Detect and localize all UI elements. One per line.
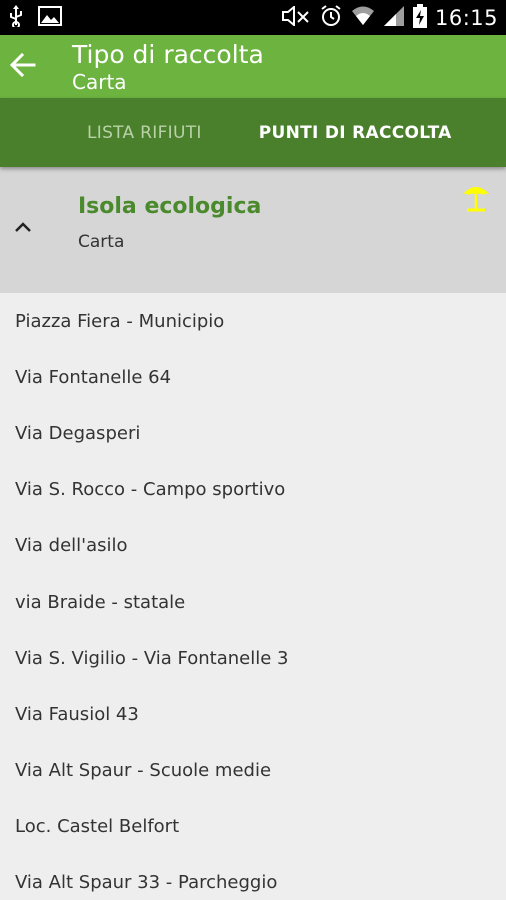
back-button[interactable] — [0, 35, 46, 98]
list-item[interactable]: Piazza Fiera - Municipio — [0, 293, 506, 349]
app-bar: Tipo di raccolta Carta — [0, 35, 506, 98]
tab-bar: LISTA RIFIUTI PUNTI DI RACCOLTA — [0, 98, 506, 167]
battery-icon — [412, 3, 427, 32]
list-item[interactable]: Via Fausiol 43 — [0, 686, 506, 742]
tab-punti-di-raccolta[interactable]: PUNTI DI RACCOLTA — [259, 98, 452, 167]
clock: 16:15 — [434, 5, 498, 30]
usb-icon — [8, 4, 24, 31]
arrow-back-icon — [9, 52, 36, 81]
list-item[interactable]: Via S. Rocco - Campo sportivo — [0, 462, 506, 518]
umbrella-icon — [460, 183, 492, 213]
page-subtitle: Carta — [72, 69, 127, 94]
mute-icon — [281, 4, 311, 30]
group-header[interactable]: Isola ecologica Carta — [0, 167, 506, 293]
list-item[interactable]: Via Fontanelle 64 — [0, 349, 506, 405]
image-icon — [38, 5, 62, 30]
list-item[interactable]: Via Degasperi — [0, 405, 506, 461]
list-item[interactable]: Via Alt Spaur - Scuole medie — [0, 743, 506, 799]
list-item[interactable]: Via Alt Spaur 33 - Parcheggio — [0, 855, 506, 900]
list-item[interactable]: Via S. Vigilio - Via Fontanelle 3 — [0, 630, 506, 686]
collection-points-list: Piazza Fiera - Municipio Via Fontanelle … — [0, 293, 506, 900]
list-item[interactable]: via Braide - statale — [0, 574, 506, 630]
status-bar: 16:15 — [0, 0, 506, 35]
list-item[interactable]: Via dell'asilo — [0, 518, 506, 574]
page-title: Tipo di raccolta — [72, 39, 264, 69]
group-subtitle: Carta — [78, 232, 125, 252]
signal-icon — [383, 5, 405, 31]
tab-lista-rifiuti[interactable]: LISTA RIFIUTI — [87, 98, 202, 167]
alarm-icon — [319, 4, 343, 32]
wifi-icon — [351, 5, 375, 31]
group-title: Isola ecologica — [78, 194, 262, 219]
chevron-up-icon[interactable] — [13, 219, 33, 235]
list-item[interactable]: Loc. Castel Belfort — [0, 799, 506, 855]
